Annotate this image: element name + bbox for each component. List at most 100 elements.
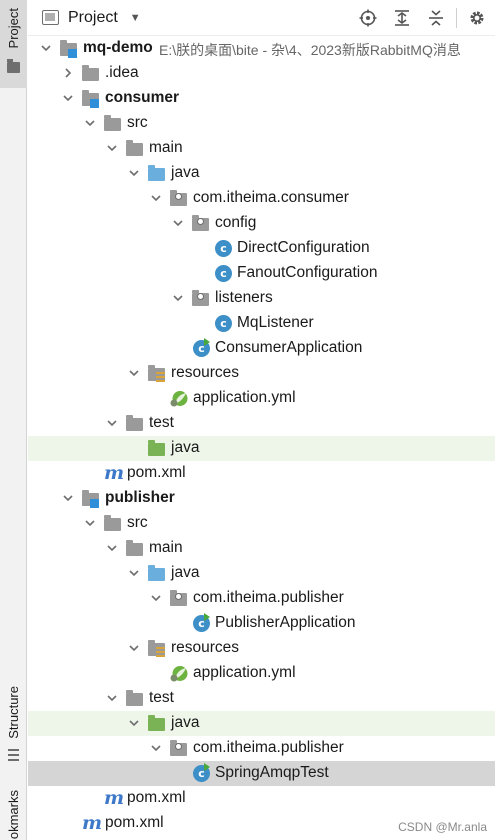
runnable-class-icon: c <box>192 763 210 782</box>
tree-node-mqlistener[interactable]: c MqListener <box>28 311 495 336</box>
bookmarks-tab-label[interactable]: okmarks <box>6 790 21 839</box>
tree-node-com-itheima-consumer[interactable]: com.itheima.consumer <box>28 186 495 211</box>
tree-node-label: resources <box>171 364 240 381</box>
tree-node-label: config <box>215 214 257 231</box>
tree-node-mq-demo[interactable]: mq-demo E:\朕的桌面\bite - 杂\4、2023新版RabbitMQ… <box>28 36 495 61</box>
tree-node-com-itheima-publisher[interactable]: com.itheima.publisher <box>28 736 495 761</box>
chevron-down-icon[interactable]: ▼ <box>130 12 141 24</box>
class-icon: c <box>214 240 232 257</box>
tree-node-label: consumer <box>105 89 180 106</box>
chevron-down-icon[interactable] <box>128 167 140 179</box>
chevron-right-icon[interactable] <box>62 67 74 79</box>
tree-node-java[interactable]: java <box>28 561 495 586</box>
chevron-down-icon[interactable] <box>128 642 140 654</box>
tree-node-com-itheima-publisher[interactable]: com.itheima.publisher <box>28 586 495 611</box>
tree-node-label: SpringAmqpTest <box>215 764 329 781</box>
chevron-down-icon[interactable] <box>128 367 140 379</box>
chevron-down-icon[interactable] <box>40 42 52 54</box>
structure-icon <box>8 748 19 762</box>
tree-node-resources[interactable]: resources <box>28 361 495 386</box>
spring-config-icon <box>170 390 188 407</box>
source-folder-icon <box>148 165 166 182</box>
tree-node-java[interactable]: java <box>28 161 495 186</box>
chevron-down-icon[interactable] <box>150 742 162 754</box>
tree-node-src[interactable]: src <box>28 511 495 536</box>
chevron-down-icon[interactable] <box>84 117 96 129</box>
tree-node-springamqptest[interactable]: c SpringAmqpTest <box>28 761 495 786</box>
package-icon <box>170 740 188 757</box>
tree-node-consumerapplication[interactable]: c ConsumerApplication <box>28 336 495 361</box>
project-tab-label: Project <box>6 8 21 49</box>
tree-node-label: FanoutConfiguration <box>237 264 378 281</box>
chevron-down-icon[interactable] <box>172 292 184 304</box>
tree-node-label: src <box>127 514 148 531</box>
tree-node-label: test <box>149 414 174 431</box>
project-tree[interactable]: mq-demo E:\朕的桌面\bite - 杂\4、2023新版RabbitMQ… <box>28 36 495 836</box>
tree-node-idea[interactable]: .idea <box>28 61 495 86</box>
collapse-all-icon[interactable] <box>426 8 446 28</box>
tree-node-test[interactable]: test <box>28 686 495 711</box>
runnable-class-icon: c <box>192 613 210 632</box>
module-folder-icon <box>82 490 100 508</box>
chevron-down-icon[interactable] <box>106 542 118 554</box>
tree-node-pom-xml[interactable]: m pom.xml <box>28 461 495 486</box>
tree-node-main[interactable]: main <box>28 136 495 161</box>
resources-folder-icon <box>148 365 166 382</box>
tree-node-label: application.yml <box>193 389 296 406</box>
tree-node-label: .idea <box>105 64 139 81</box>
tree-node-label: publisher <box>105 489 175 506</box>
tree-node-application-yml[interactable]: application.yml <box>28 661 495 686</box>
tree-node-test[interactable]: test <box>28 411 495 436</box>
folder-icon <box>126 140 144 157</box>
folder-icon <box>7 59 20 73</box>
tree-node-java[interactable]: java <box>28 436 495 461</box>
tree-node-label: java <box>171 164 200 181</box>
tree-node-resources[interactable]: resources <box>28 636 495 661</box>
chevron-down-icon[interactable] <box>172 217 184 229</box>
project-view-title[interactable]: Project <box>68 9 118 27</box>
tool-window-strip: Project Structure okmarks <box>0 0 27 840</box>
project-tool-tab[interactable]: Project <box>0 0 27 88</box>
folder-icon <box>82 65 100 82</box>
tree-node-fanoutconfiguration[interactable]: c FanoutConfiguration <box>28 261 495 286</box>
chevron-down-icon[interactable] <box>106 417 118 429</box>
tree-node-listeners[interactable]: listeners <box>28 286 495 311</box>
tree-node-consumer[interactable]: consumer <box>28 86 495 111</box>
spring-config-icon <box>170 665 188 682</box>
tree-node-label: com.itheima.publisher <box>193 589 344 606</box>
tree-node-publisherapplication[interactable]: c PublisherApplication <box>28 611 495 636</box>
expand-all-icon[interactable] <box>392 8 412 28</box>
package-icon <box>192 290 210 307</box>
tree-node-src[interactable]: src <box>28 111 495 136</box>
tree-node-config[interactable]: config <box>28 211 495 236</box>
chevron-down-icon[interactable] <box>128 717 140 729</box>
tree-node-label: com.itheima.publisher <box>193 739 344 756</box>
tree-node-pom-xml[interactable]: m pom.xml <box>28 786 495 811</box>
chevron-down-icon[interactable] <box>106 142 118 154</box>
tree-node-label: main <box>149 139 183 156</box>
chevron-down-icon[interactable] <box>106 692 118 704</box>
package-icon <box>170 590 188 607</box>
resources-folder-icon <box>148 640 166 657</box>
chevron-down-icon[interactable] <box>62 92 74 104</box>
package-icon <box>170 190 188 207</box>
tree-node-application-yml[interactable]: application.yml <box>28 386 495 411</box>
tree-node-main[interactable]: main <box>28 536 495 561</box>
chevron-down-icon[interactable] <box>150 592 162 604</box>
module-folder-icon <box>82 90 100 108</box>
tree-node-label: test <box>149 689 174 706</box>
test-folder-icon <box>148 715 166 732</box>
structure-tab-label[interactable]: Structure <box>6 686 21 739</box>
chevron-down-icon[interactable] <box>62 492 74 504</box>
tree-node-label: ConsumerApplication <box>215 339 363 356</box>
tree-node-publisher[interactable]: publisher <box>28 486 495 511</box>
locate-icon[interactable] <box>358 8 378 28</box>
tree-node-java[interactable]: java <box>28 711 495 736</box>
tree-node-label: src <box>127 114 148 131</box>
tree-node-directconfiguration[interactable]: c DirectConfiguration <box>28 236 495 261</box>
toolbar-divider <box>456 8 457 28</box>
gear-icon[interactable] <box>467 8 487 28</box>
chevron-down-icon[interactable] <box>84 517 96 529</box>
chevron-down-icon[interactable] <box>128 567 140 579</box>
chevron-down-icon[interactable] <box>150 192 162 204</box>
